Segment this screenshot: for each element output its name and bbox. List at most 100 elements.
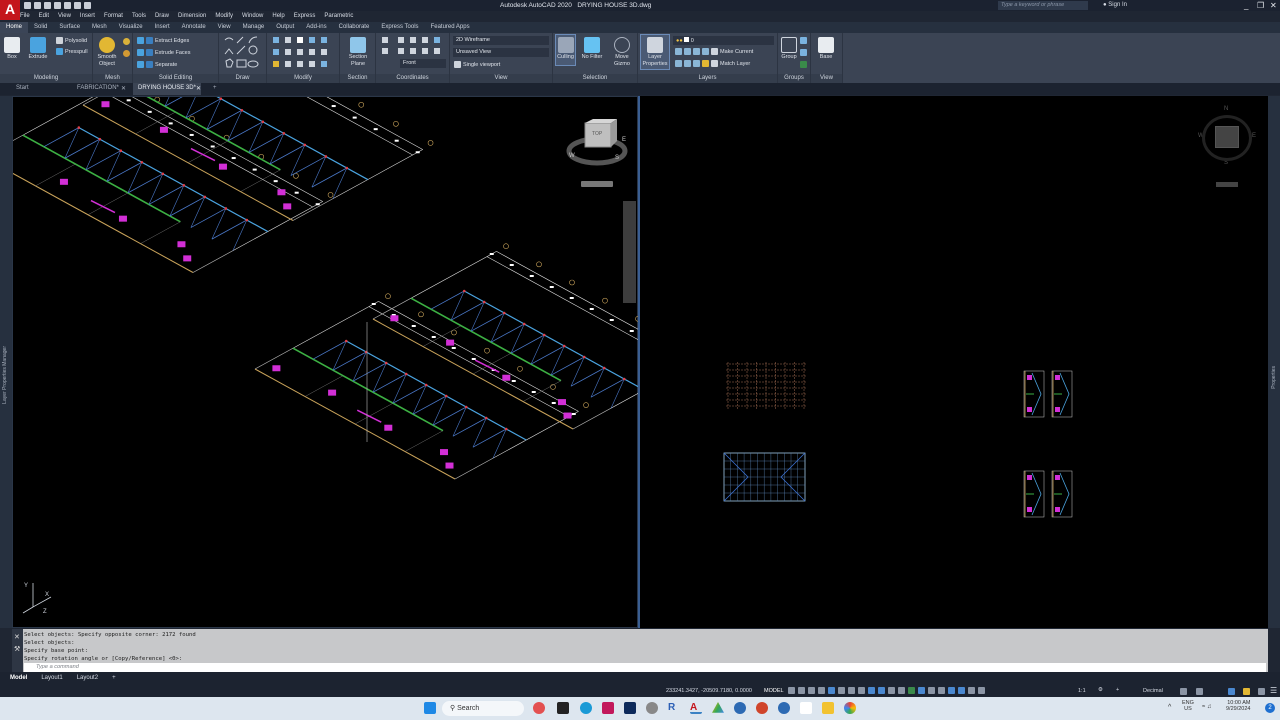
chrome-icon[interactable] [844,702,856,714]
sign-in-button[interactable]: ● Sign In [1103,2,1127,8]
tab-start[interactable]: Start [16,85,29,91]
group-edit-icon[interactable] [800,49,807,56]
transparency-icon[interactable] [898,687,905,694]
close-button[interactable]: ✕ [1270,1,1277,10]
ungroup-icon[interactable] [800,37,807,44]
clean-screen-icon[interactable] [1258,688,1265,695]
menu-view[interactable]: View [58,13,71,22]
google-drive-icon[interactable] [712,702,724,713]
menu-parametric[interactable]: Parametric [324,13,353,22]
customize-wrench-icon[interactable]: ⚒ [12,645,23,653]
file-explorer-icon[interactable] [822,702,834,714]
tab-annotate[interactable]: Annotate [176,22,212,33]
quick-properties-icon[interactable] [1180,688,1187,695]
restore-button[interactable]: ❐ [1257,1,1264,10]
group-select-icon[interactable] [800,61,807,68]
annotation-monitor-icon[interactable]: + [1116,687,1119,693]
lock-ui-icon[interactable] [1196,688,1203,695]
tab-drying-house-3d[interactable]: DRYING HOUSE 3D* [133,83,201,95]
add-layout-button[interactable]: + [112,675,116,682]
new-icon[interactable] [24,2,31,9]
viewcube-top[interactable]: N W E S [1196,106,1258,172]
minimize-button[interactable]: _ [1244,1,1248,10]
wcs-menu-button[interactable] [1216,182,1238,187]
revit-icon[interactable]: R [668,702,680,714]
menu-edit[interactable]: Edit [39,13,49,22]
panel-title[interactable]: Section [340,74,375,83]
group-button[interactable]: Group [779,35,799,61]
close-tab-icon[interactable]: ✕ [121,85,126,92]
task-view-icon[interactable] [557,702,569,714]
layer-dropdown[interactable]: ●● 0 [673,36,774,45]
tab-mesh[interactable]: Mesh [86,22,113,33]
ucs-toggle-icon[interactable] [928,687,935,694]
osnap-icon[interactable] [868,687,875,694]
compass-ring[interactable] [1202,115,1252,161]
named-view-dropdown[interactable]: Unsaved View [453,48,549,57]
dynamic-ucs-icon[interactable] [818,687,825,694]
gizmo-toggle-icon[interactable] [948,687,955,694]
menu-help[interactable]: Help [272,13,284,22]
panel-title[interactable]: View [450,74,552,83]
layer-properties-palette[interactable]: Layer Properties Manager [0,96,12,628]
show-hidden-icons[interactable]: ^ [1168,704,1171,711]
tab-add-ins[interactable]: Add-ins [300,22,332,33]
autocad-logo-button[interactable]: A [0,0,20,20]
widgets-icon[interactable] [533,702,545,714]
tab-model[interactable]: Model [10,675,27,682]
windows-start-icon[interactable] [424,702,436,714]
clock[interactable]: 10:00 AM 9/29/2024 [1226,700,1250,712]
auto-scale-icon[interactable] [968,687,975,694]
whatsapp-icon[interactable] [646,702,658,714]
polysolid-button[interactable]: Polysolid [56,37,87,44]
otrack-icon[interactable] [858,687,865,694]
viewport-config-button[interactable]: Single viewport [454,61,500,68]
extract-edges-button[interactable]: Extract Edges [137,37,189,44]
tab-home[interactable]: Home [0,22,29,33]
separate-button[interactable]: Separate [137,61,177,68]
selection-cycling-icon[interactable] [908,687,915,694]
section-plane-button[interactable]: Section Plane [344,35,372,68]
edge-icon[interactable] [580,702,592,714]
tab-manage[interactable]: Manage [237,22,271,33]
tab-express-tools[interactable]: Express Tools [375,22,424,33]
3d-osnap-icon[interactable] [878,687,885,694]
isodraft-icon[interactable] [848,687,855,694]
snap-icon[interactable] [798,687,805,694]
menu-dimension[interactable]: Dimension [178,13,206,22]
lineweight-icon[interactable] [888,687,895,694]
model-space-button[interactable]: MODEL [764,688,784,694]
panel-title[interactable]: Solid Editing [133,74,218,83]
tab-fabrication[interactable]: FABRICATION* [77,85,119,91]
app-icon[interactable] [734,702,746,714]
panel-title[interactable]: Draw [219,74,266,83]
menu-tools[interactable]: Tools [132,13,146,22]
menu-modify[interactable]: Modify [215,13,233,22]
match-layer-button[interactable]: Match Layer [675,60,750,67]
ucs-tools-icons[interactable] [380,36,446,56]
selection-filter-icon[interactable] [938,687,945,694]
menu-draw[interactable]: Draw [155,13,169,22]
tab-surface[interactable]: Surface [53,22,86,33]
app-icon[interactable] [756,702,768,714]
language-indicator[interactable]: ENG US [1182,700,1194,712]
viewport-top[interactable]: N W E S [640,96,1268,628]
extrude-button[interactable]: Extrude [25,35,51,61]
tab-layout2[interactable]: Layout2 [77,675,98,682]
viewport-3d[interactable]: TOP W S E Y X Z [0,25,707,628]
properties-palette[interactable]: Properties [1268,96,1280,628]
visual-style-dropdown[interactable]: 2D Wireframe [453,36,549,45]
ucs-dropdown[interactable]: Front [400,59,446,68]
menu-insert[interactable]: Insert [80,13,95,22]
wcs-menu-button[interactable] [581,181,613,187]
mesh-icon[interactable] [123,38,130,45]
layer-properties-button[interactable]: Layer Properties [640,34,670,70]
notification-badge[interactable]: 2 [1265,703,1275,713]
annotation-scale-icon[interactable] [978,687,985,694]
tab-output[interactable]: Output [270,22,300,33]
panel-title[interactable]: View [811,74,842,83]
command-window-handle[interactable]: ✕ ⚒ [12,629,23,672]
plot-icon[interactable] [64,2,71,9]
tab-solid[interactable]: Solid [28,22,53,33]
presspull-button[interactable]: Presspull [56,48,88,55]
